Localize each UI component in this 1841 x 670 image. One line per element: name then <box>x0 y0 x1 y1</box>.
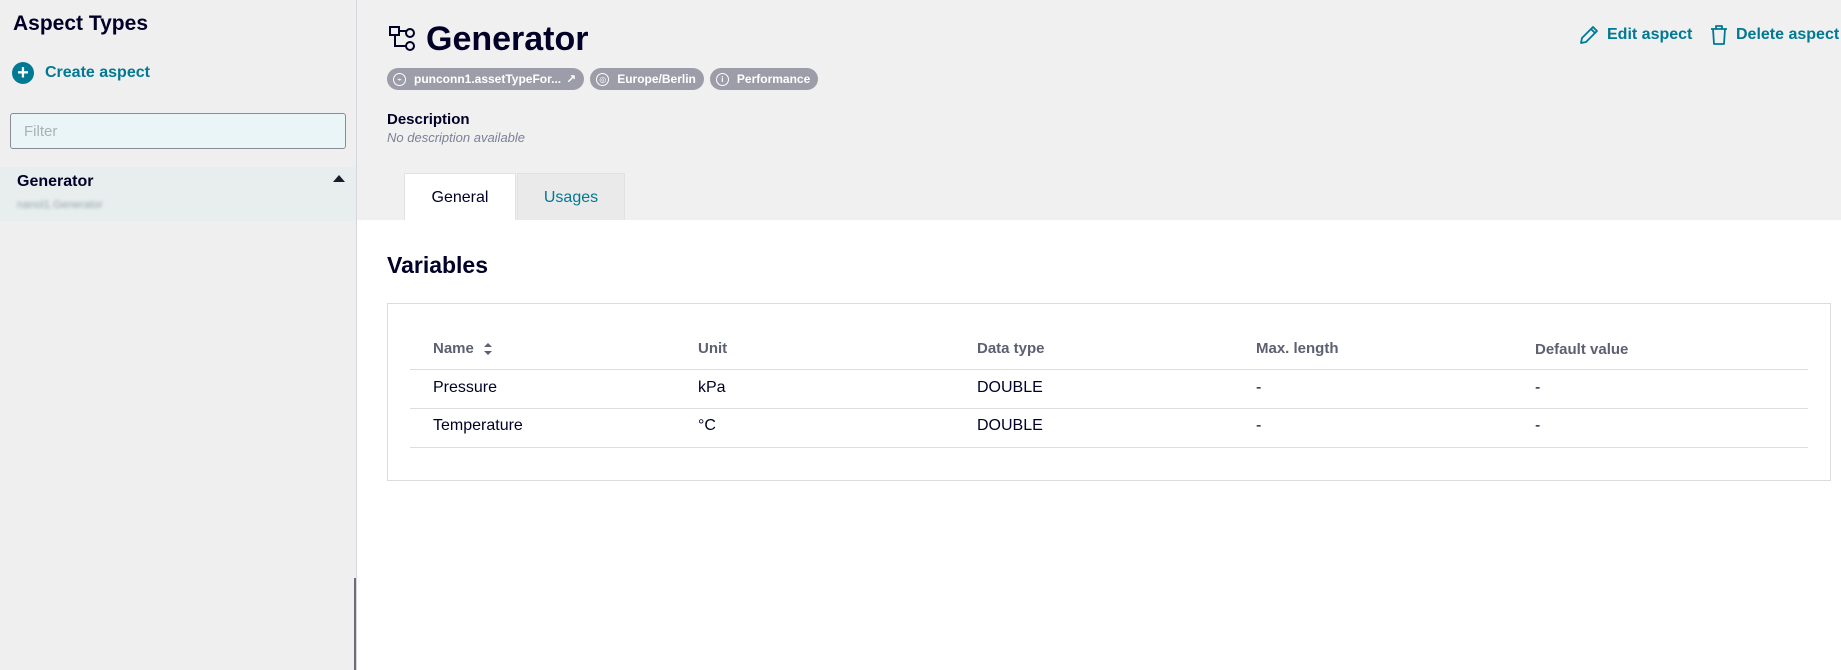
cell-max-length: - <box>1256 417 1262 434</box>
description-value: No description available <box>387 130 526 145</box>
link-icon: ⌁ <box>393 72 406 86</box>
list-item-subtitle: nanol1.Generator <box>17 199 103 211</box>
column-header-unit: Unit <box>698 340 728 357</box>
table-row[interactable]: Pressure kPa DOUBLE - - <box>388 370 1830 408</box>
trash-icon <box>1711 25 1727 45</box>
cell-data-type: DOUBLE <box>977 417 1043 434</box>
list-item-title: Generator <box>17 173 94 190</box>
column-header-label: Name <box>433 340 474 357</box>
page-title: Generator <box>426 20 589 58</box>
badge-label: Performance <box>736 72 811 86</box>
cell-unit: °C <box>698 417 716 434</box>
timezone-badge: ◎ Europe/Berlin <box>590 68 704 90</box>
column-header-default-value: Default value <box>1535 341 1629 358</box>
delete-aspect-label: Delete aspect <box>1736 26 1840 43</box>
pencil-icon <box>1580 26 1598 44</box>
badge-label: punconn1.assetTypeFor... <box>414 72 562 86</box>
info-icon: i <box>715 72 729 86</box>
cell-max-length: - <box>1256 379 1262 396</box>
cell-unit: kPa <box>698 379 726 396</box>
plus-circle-icon: + <box>12 62 34 84</box>
sidebar-scrollbar[interactable] <box>354 578 356 670</box>
cell-name: Pressure <box>433 379 498 396</box>
cell-default-value: - <box>1535 417 1541 434</box>
create-aspect-label: Create aspect <box>45 64 150 81</box>
create-aspect-button[interactable]: + Create aspect <box>12 62 150 84</box>
caret-up-icon[interactable] <box>333 175 345 182</box>
tab-usages[interactable]: Usages <box>517 173 625 221</box>
description-label: Description <box>387 111 470 128</box>
asset-type-badge[interactable]: ⌁ punconn1.assetTypeFor... ↗ <box>387 68 585 90</box>
filter-input[interactable] <box>10 113 346 149</box>
list-item[interactable]: Generator nanol1.Generator <box>0 167 356 221</box>
column-header-max-length: Max. length <box>1256 340 1339 357</box>
edit-aspect-button[interactable]: Edit aspect <box>1578 24 1692 46</box>
hierarchy-icon <box>389 26 415 51</box>
table-row[interactable]: Temperature °C DOUBLE - - <box>388 409 1830 447</box>
category-badge: i Performance <box>709 68 819 90</box>
external-link-icon: ↗ <box>566 72 577 86</box>
sidebar: Aspect Types + Create aspect Generator n… <box>0 0 357 670</box>
column-header-name[interactable]: Name <box>433 340 493 357</box>
sort-icon[interactable] <box>484 342 493 356</box>
delete-aspect-button[interactable]: Delete aspect <box>1709 24 1839 46</box>
page-header: Generator ⌁ punconn1.assetTypeFor... ↗ ◎… <box>357 0 1841 221</box>
tab-general[interactable]: General <box>404 173 516 221</box>
column-header-data-type: Data type <box>977 340 1045 357</box>
edit-aspect-label: Edit aspect <box>1607 26 1693 43</box>
section-title: Variables <box>387 252 489 278</box>
globe-icon: ◎ <box>596 72 610 86</box>
badge-label: Europe/Berlin <box>617 72 696 86</box>
cell-data-type: DOUBLE <box>977 379 1043 396</box>
badge-row: ⌁ punconn1.assetTypeFor... ↗ ◎ Europe/Be… <box>387 68 819 90</box>
main-content: Variables Name Unit Data type Max. lengt… <box>357 220 1841 670</box>
variables-table: Name Unit Data type Max. length Default … <box>387 303 1831 481</box>
sidebar-title: Aspect Types <box>13 12 148 35</box>
cell-name: Temperature <box>433 417 523 434</box>
cell-default-value: - <box>1535 379 1541 396</box>
row-divider <box>410 447 1808 448</box>
